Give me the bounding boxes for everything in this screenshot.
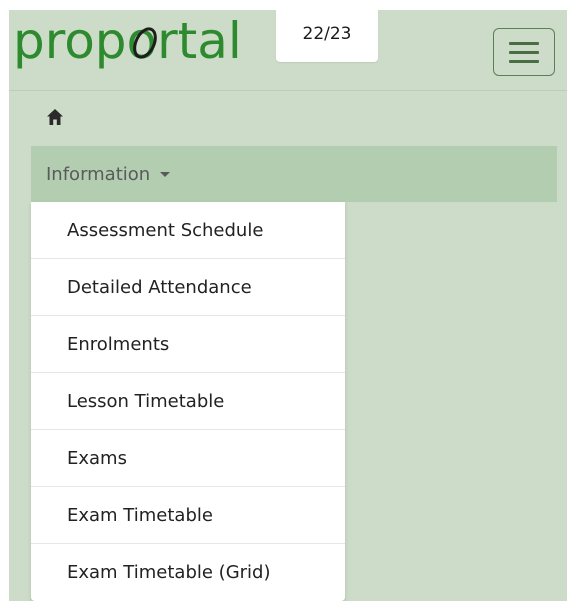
information-dropdown-menu: Assessment Schedule Detailed Attendance … bbox=[31, 202, 345, 601]
menu-item-assessment-schedule[interactable]: Assessment Schedule bbox=[31, 202, 345, 259]
menu-item-label: Exam Timetable bbox=[67, 505, 213, 526]
menu-toggle-button[interactable] bbox=[493, 28, 555, 76]
menu-item-label: Exam Timetable (Grid) bbox=[67, 562, 271, 583]
menu-item-exam-timetable[interactable]: Exam Timetable bbox=[31, 487, 345, 544]
menu-item-label: Enrolments bbox=[67, 334, 170, 355]
logo-text: proportal bbox=[13, 12, 242, 70]
menu-item-enrolments[interactable]: Enrolments bbox=[31, 316, 345, 373]
menu-item-detailed-attendance[interactable]: Detailed Attendance bbox=[31, 259, 345, 316]
menu-item-label: Exams bbox=[67, 448, 127, 469]
caret-down-icon bbox=[160, 172, 170, 177]
menu-item-label: Detailed Attendance bbox=[67, 277, 252, 298]
academic-year-text: 22/23 bbox=[302, 24, 352, 44]
information-dropdown-toggle[interactable]: Information bbox=[31, 146, 557, 202]
app-frame: proportal 22/23 Information Assessment S… bbox=[9, 10, 567, 601]
menu-item-lesson-timetable[interactable]: Lesson Timetable bbox=[31, 373, 345, 430]
menu-item-exam-timetable-grid[interactable]: Exam Timetable (Grid) bbox=[31, 544, 345, 601]
academic-year-badge: 22/23 bbox=[276, 10, 378, 62]
menu-item-exams[interactable]: Exams bbox=[31, 430, 345, 487]
proportal-logo[interactable]: proportal bbox=[13, 10, 259, 80]
menu-item-label: Assessment Schedule bbox=[67, 220, 264, 241]
menu-item-label: Lesson Timetable bbox=[67, 391, 225, 412]
home-icon[interactable] bbox=[45, 107, 65, 127]
top-navbar: proportal 22/23 bbox=[9, 10, 567, 91]
information-label: Information bbox=[46, 164, 151, 185]
